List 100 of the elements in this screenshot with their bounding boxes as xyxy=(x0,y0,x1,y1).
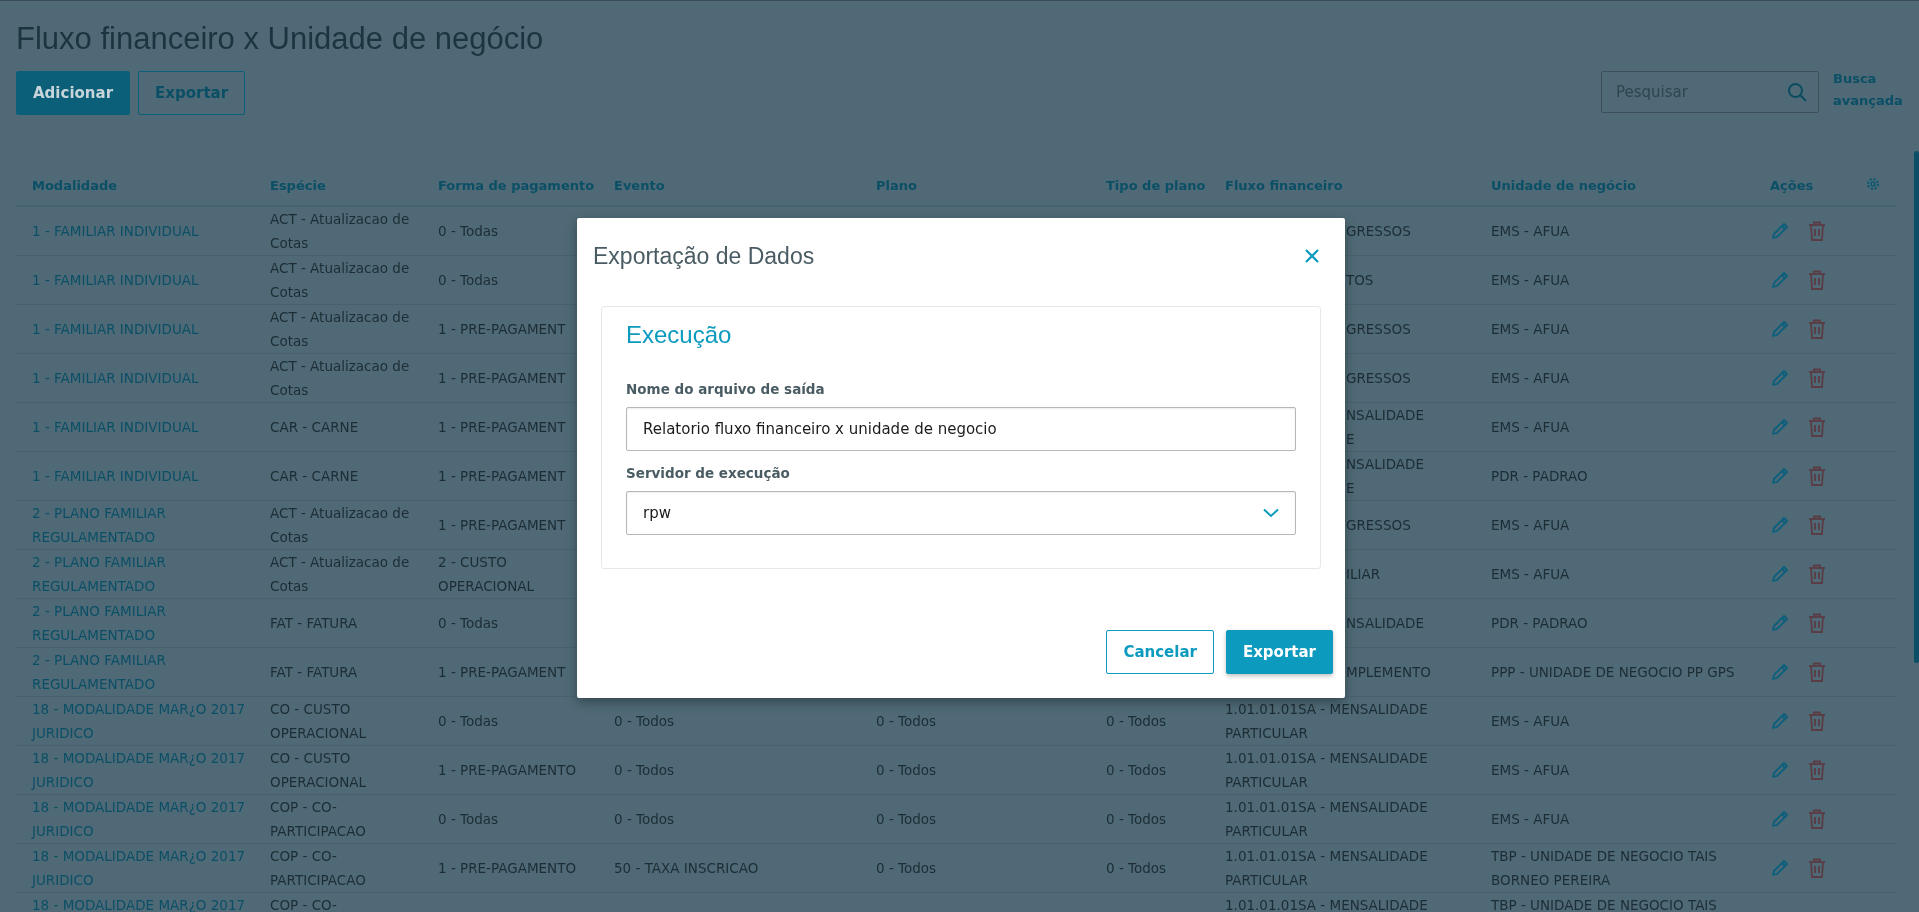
search-icon[interactable] xyxy=(1787,82,1807,102)
table-cell: FAT - FATURA xyxy=(270,664,358,680)
table-cell: 1 - PRE-PAGAMENT xyxy=(438,517,566,533)
table-cell: 0 - Todos xyxy=(876,811,937,827)
modalidade-link[interactable]: 18 - MODALIDADE MAR¿O 2017 JURIDICO xyxy=(32,795,254,843)
pencil-icon[interactable] xyxy=(1770,858,1790,878)
modalidade-link[interactable]: 2 - PLANO FAMILIAR REGULAMENTADO xyxy=(32,648,254,696)
modalidade-link[interactable]: 1 - FAMILIAR INDIVIDUAL xyxy=(32,219,254,243)
column-header: Evento xyxy=(614,177,665,193)
table-cell: NSALIDADE E xyxy=(1346,456,1424,496)
trash-icon[interactable] xyxy=(1808,711,1826,731)
modalidade-link[interactable]: 18 - MODALIDADE MAR¿O 2017 JURIDICO xyxy=(32,844,254,892)
pencil-icon[interactable] xyxy=(1770,319,1790,339)
table-cell: CAR - CARNE xyxy=(270,419,359,435)
advanced-search-link[interactable]: Busca avançada xyxy=(1833,68,1901,112)
pencil-icon[interactable] xyxy=(1770,417,1790,437)
modalidade-link[interactable]: 18 - MODALIDADE MAR¿O 2017 JURIDICO xyxy=(32,746,254,794)
column-header: Plano xyxy=(876,177,917,193)
field-label: Servidor de execução xyxy=(626,465,791,481)
table-cell: TBP - UNIDADE DE NEGOCIO TAIS xyxy=(1491,897,1717,912)
table-cell: MPLEMENTO xyxy=(1346,664,1431,680)
table-cell: GRESSOS xyxy=(1346,321,1411,337)
pencil-icon[interactable] xyxy=(1770,760,1790,780)
modalidade-link[interactable]: 1 - FAMILIAR INDIVIDUAL xyxy=(32,268,254,292)
add-button[interactable]: Adicionar xyxy=(16,71,131,115)
close-icon[interactable] xyxy=(1305,249,1319,263)
trash-icon[interactable] xyxy=(1808,221,1826,241)
modalidade-link[interactable]: 2 - PLANO FAMILIAR REGULAMENTADO xyxy=(32,501,254,549)
table-cell: TBP - UNIDADE DE NEGOCIO TAIS BORNEO PEREIRA xyxy=(1491,848,1717,888)
table-cell: NSALIDADE E xyxy=(1346,407,1424,447)
column-header: Espécie xyxy=(270,177,326,193)
pencil-icon[interactable] xyxy=(1770,809,1790,829)
table-cell: CO - CUSTO OPERACIONAL xyxy=(270,701,367,741)
pencil-icon[interactable] xyxy=(1770,662,1790,682)
pencil-icon[interactable] xyxy=(1770,270,1790,290)
table-cell: ACT - Atualizacao de Cotas xyxy=(270,260,410,300)
table-cell: EMS - AFUA xyxy=(1491,566,1570,582)
table-cell: 0 - Todas xyxy=(438,615,499,631)
table-cell: 1.01.01.01SA - MENSALIDADE PARTICULAR xyxy=(1225,701,1428,741)
table-cell: GRESSOS xyxy=(1346,370,1411,386)
table-cell: 0 - Todos xyxy=(614,713,675,729)
export-button[interactable]: Exportar xyxy=(138,71,246,115)
modalidade-link[interactable]: 2 - PLANO FAMILIAR REGULAMENTADO xyxy=(32,550,254,598)
pencil-icon[interactable] xyxy=(1770,221,1790,241)
table-cell: 1 - PRE-PAGAMENTO xyxy=(438,860,577,876)
table-cell: 50 - TAXA INSCRICAO xyxy=(614,860,759,876)
table-cell: EMS - AFUA xyxy=(1491,517,1570,533)
modalidade-link[interactable]: 1 - FAMILIAR INDIVIDUAL xyxy=(32,415,254,439)
column-header: Forma de pagamento xyxy=(438,177,595,193)
trash-icon[interactable] xyxy=(1808,858,1826,878)
trash-icon[interactable] xyxy=(1808,319,1826,339)
table-cell: 1 - PRE-PAGAMENT xyxy=(438,419,566,435)
modalidade-link[interactable]: 1 - FAMILIAR INDIVIDUAL xyxy=(32,317,254,341)
column-header: Fluxo financeiro xyxy=(1225,177,1343,193)
table-cell: EMS - AFUA xyxy=(1491,272,1570,288)
pencil-icon[interactable] xyxy=(1770,613,1790,633)
table-cell: EMS - AFUA xyxy=(1491,223,1570,239)
trash-icon[interactable] xyxy=(1808,368,1826,388)
trash-icon[interactable] xyxy=(1808,760,1826,780)
modalidade-link[interactable]: 1 - FAMILIAR INDIVIDUAL xyxy=(32,464,254,488)
table-cell: EMS - AFUA xyxy=(1491,713,1570,729)
cancel-button[interactable]: Cancelar xyxy=(1106,630,1214,674)
trash-icon[interactable] xyxy=(1808,564,1826,584)
trash-icon[interactable] xyxy=(1808,417,1826,437)
table-cell: 0 - Todos xyxy=(876,762,937,778)
trash-icon[interactable] xyxy=(1808,809,1826,829)
table-cell: 1.01.01.01SA - MENSALIDADE PARTICULAR xyxy=(1225,750,1428,790)
table-cell: 1 - PRE-PAGAMENTO xyxy=(438,762,577,778)
trash-icon[interactable] xyxy=(1808,515,1826,535)
table-cell: 1 - PRE-PAGAMENT xyxy=(438,468,566,484)
trash-icon[interactable] xyxy=(1808,662,1826,682)
modalidade-link[interactable]: 2 - PLANO FAMILIAR REGULAMENTADO xyxy=(32,599,254,647)
table-cell: CAR - CARNE xyxy=(270,468,359,484)
dialog-title: Exportação de Dados xyxy=(593,242,815,270)
pencil-icon[interactable] xyxy=(1770,564,1790,584)
table-cell: COP - CO-PARTICIPACAO xyxy=(270,848,366,888)
settings-icon[interactable] xyxy=(1866,176,1880,191)
table-cell: ACT - Atualizacao de Cotas xyxy=(270,554,410,594)
modalidade-link[interactable]: 18 - MODALIDADE MAR¿O 2017 JURIDICO xyxy=(32,697,254,745)
scrollbar[interactable] xyxy=(1914,151,1919,663)
pencil-icon[interactable] xyxy=(1770,368,1790,388)
pencil-icon[interactable] xyxy=(1770,711,1790,731)
table-cell: NSALIDADE xyxy=(1346,615,1424,631)
table-cell: ACT - Atualizacao de Cotas xyxy=(270,505,410,545)
select-field[interactable]: rpw xyxy=(626,491,1296,535)
table-cell: TOS xyxy=(1346,272,1374,288)
export-button[interactable]: Exportar xyxy=(1225,630,1333,674)
table-cell: GRESSOS xyxy=(1346,223,1411,239)
pencil-icon[interactable] xyxy=(1770,466,1790,486)
trash-icon[interactable] xyxy=(1808,270,1826,290)
input-field[interactable]: Relatorio fluxo financeiro x unidade de negocio xyxy=(626,407,1296,451)
pencil-icon[interactable] xyxy=(1770,515,1790,535)
modalidade-link[interactable]: 1 - FAMILIAR INDIVIDUAL xyxy=(32,366,254,390)
modalidade-link[interactable]: 18 - MODALIDADE MAR¿O 2017 xyxy=(32,893,254,912)
table-cell: 0 - Todos xyxy=(876,713,937,729)
trash-icon[interactable] xyxy=(1808,613,1826,633)
trash-icon[interactable] xyxy=(1808,466,1826,486)
column-header: Unidade de negócio xyxy=(1491,177,1637,193)
table-cell: 1 - PRE-PAGAMENT xyxy=(438,321,566,337)
table-cell: COP - CO-PARTICIPACAO xyxy=(270,799,366,839)
